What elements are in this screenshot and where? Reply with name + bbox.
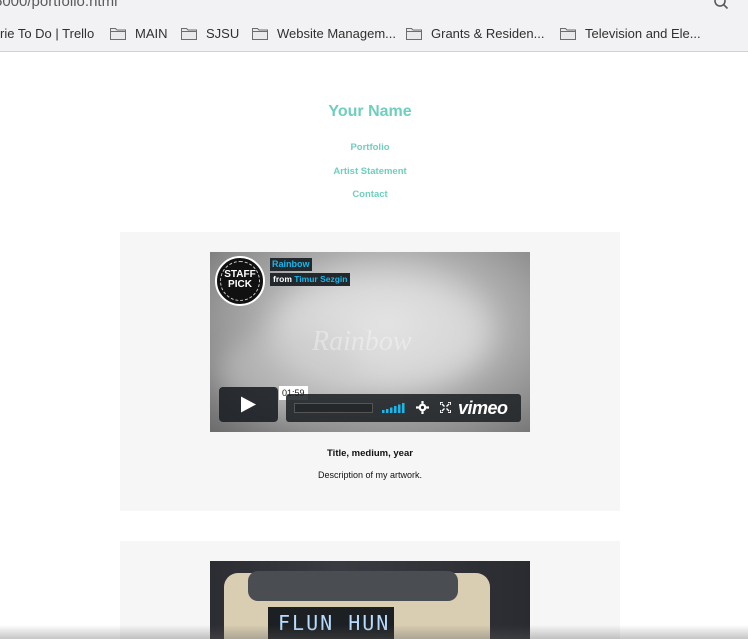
- bookmark-folder-main[interactable]: MAIN: [110, 24, 168, 42]
- bookmark-label: Grants & Residen...: [431, 25, 545, 41]
- video-title-link[interactable]: Rainbow: [270, 258, 312, 271]
- bookmark-folder-sjsu[interactable]: SJSU: [181, 24, 239, 42]
- bookmark-label: MAIN: [135, 25, 168, 41]
- video-byline: from Timur Sezgin: [270, 273, 351, 286]
- vimeo-logo[interactable]: vimeo: [458, 398, 508, 419]
- folder-icon: [560, 27, 576, 40]
- play-icon: [241, 396, 256, 413]
- bookmark-label: SJSU: [206, 25, 240, 41]
- site-title[interactable]: Your Name: [0, 103, 740, 121]
- search-icon[interactable]: [713, 0, 729, 10]
- fullscreen-icon[interactable]: [440, 402, 451, 413]
- folder-icon: [252, 27, 268, 40]
- device-top: [248, 571, 458, 601]
- gear-icon[interactable]: [416, 401, 429, 414]
- bookmark-trello[interactable]: rie To Do | Trello: [0, 24, 94, 42]
- browser-chrome: 5000/portfolio.html rie To Do | Trello M…: [0, 0, 748, 52]
- artwork-title: Title, medium, year: [327, 448, 413, 459]
- progress-bar[interactable]: [294, 403, 373, 413]
- artwork-card: Rainbow STAFF PICK Rainbow from Timur Se…: [120, 232, 620, 511]
- video-author-link[interactable]: Timur Sezgin: [294, 274, 347, 284]
- badge-line: PICK: [228, 279, 252, 290]
- bookmark-label: rie To Do | Trello: [0, 25, 95, 41]
- folder-icon: [181, 27, 197, 40]
- artwork-description: Description of my artwork.: [317, 470, 423, 480]
- play-button[interactable]: [219, 387, 278, 422]
- bookmark-label: Website Managem...: [277, 25, 396, 41]
- url-text[interactable]: 5000/portfolio.html: [0, 0, 117, 10]
- bookmark-folder-television[interactable]: Television and Ele...: [560, 24, 701, 42]
- video-watermark: Rainbow: [312, 326, 412, 357]
- staff-pick-badge[interactable]: STAFF PICK: [215, 256, 265, 306]
- bookmark-label: Television and Ele...: [585, 25, 701, 41]
- nav-link-artist-statement[interactable]: Artist Statement: [0, 166, 740, 177]
- bottom-shadow: [0, 625, 748, 639]
- byline-from: from: [273, 274, 292, 284]
- nav-link-portfolio[interactable]: Portfolio: [0, 142, 740, 153]
- vimeo-player[interactable]: Rainbow STAFF PICK Rainbow from Timur Se…: [210, 252, 530, 432]
- volume-icon[interactable]: [382, 403, 406, 413]
- video-control-bar: vimeo: [286, 394, 521, 422]
- bookmark-folder-website-management[interactable]: Website Managem...: [252, 24, 396, 42]
- folder-icon: [406, 27, 422, 40]
- folder-icon: [110, 27, 126, 40]
- badge-text: STAFF PICK: [217, 270, 263, 290]
- bookmark-folder-grants[interactable]: Grants & Residen...: [406, 24, 544, 42]
- address-bar[interactable]: 5000/portfolio.html: [0, 0, 748, 16]
- nav-link-contact[interactable]: Contact: [0, 189, 740, 200]
